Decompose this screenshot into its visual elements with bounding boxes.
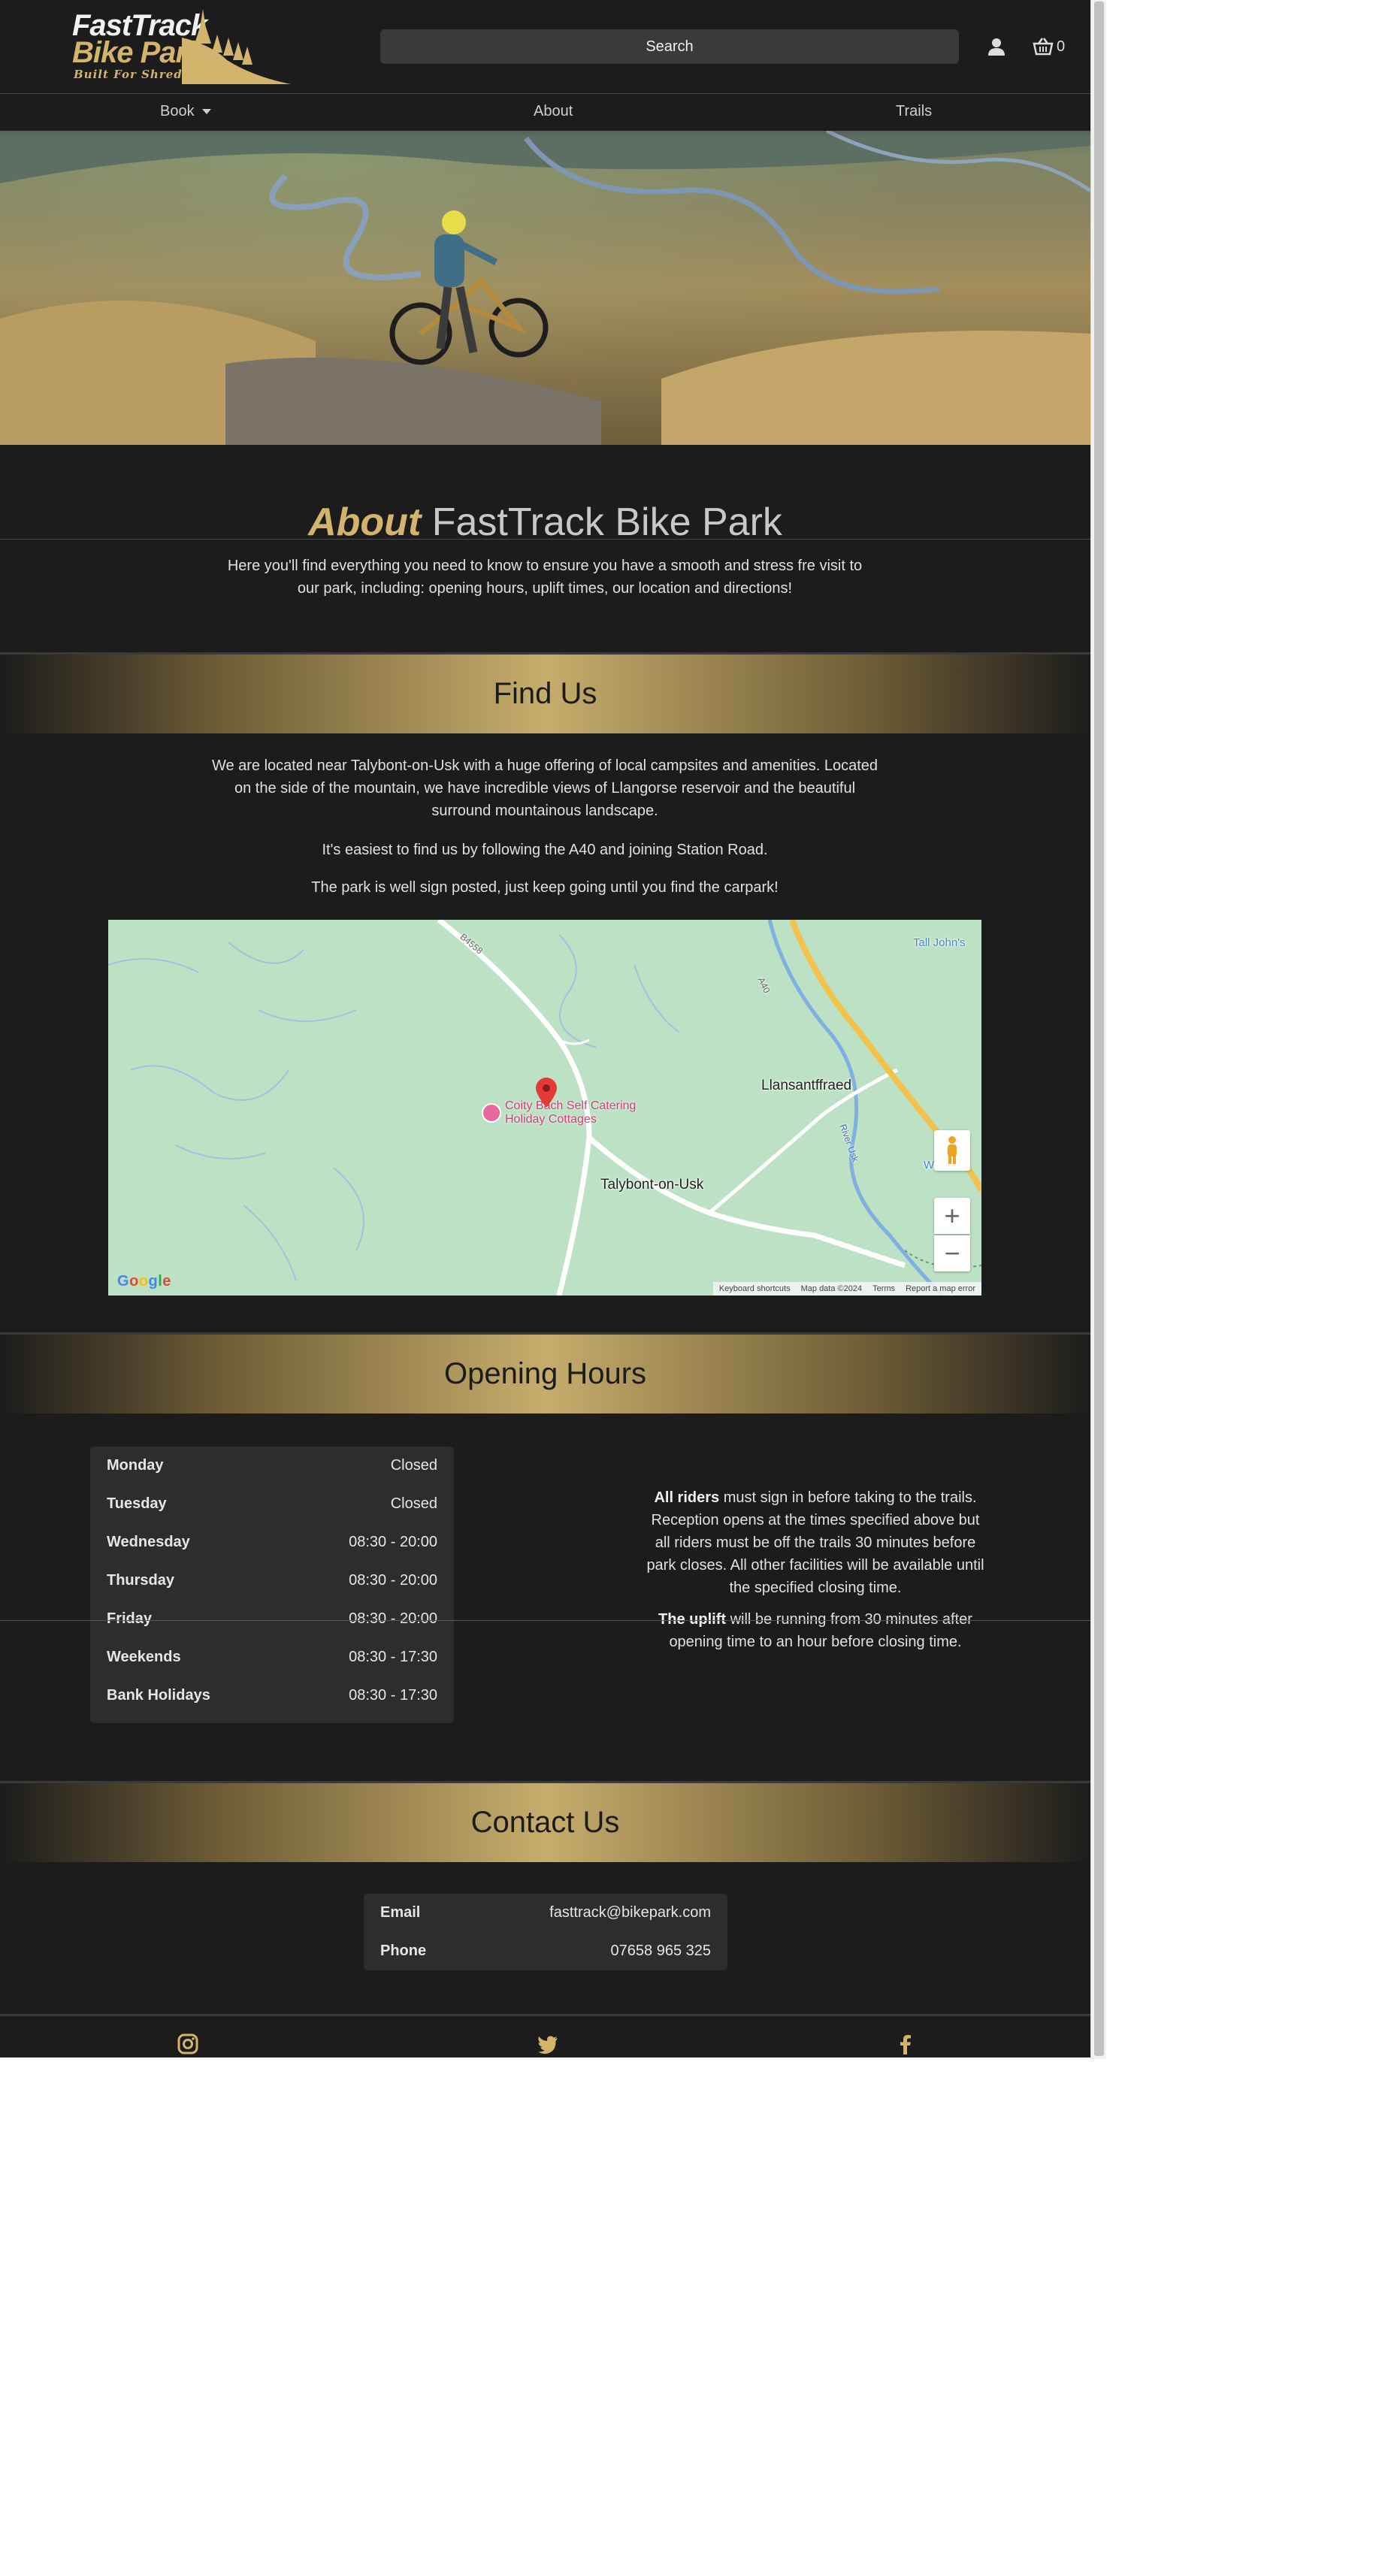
location-map[interactable]: Llansantffraed Talybont-on-Usk Tall John… [108, 920, 981, 1296]
facebook-icon[interactable] [894, 2033, 917, 2055]
site-footer [0, 2014, 1090, 2057]
contact-key: Email [380, 1904, 421, 1921]
poi-icon[interactable] [482, 1103, 501, 1123]
day-label: Wednesday [107, 1534, 190, 1550]
site-logo[interactable]: FastTrack Bike Park Built For Shredding [69, 8, 295, 87]
find-us-banner: Find Us [0, 652, 1090, 733]
map-footer: Keyboard shortcuts Map data ©2024 Terms … [712, 1282, 981, 1296]
hours-value: Closed [390, 1457, 437, 1474]
day-label: Tuesday [107, 1495, 167, 1512]
contact-key: Phone [380, 1943, 427, 1959]
find-us-paragraph-1: We are located near Talybont-on-Usk with… [211, 757, 878, 819]
opening-info: All riders must sign in before taking to… [646, 1486, 984, 1662]
nav-about[interactable]: About [534, 103, 573, 120]
report-map-error-link[interactable]: Report a map error [906, 1284, 975, 1293]
table-row: Tuesday Closed [90, 1485, 454, 1523]
map-label-llansantffraed: Llansantffraed [761, 1078, 852, 1093]
info-paragraph-2: The uplift will be running from 30 minut… [646, 1608, 984, 1653]
mountain-trees-icon [182, 9, 291, 84]
nav-book-label: Book [160, 103, 195, 119]
title-emphasis: About [308, 500, 422, 544]
divider [0, 539, 1090, 540]
title-rest: FastTrack Bike Park [431, 500, 782, 544]
google-logo: Google [117, 1273, 171, 1290]
user-icon[interactable] [985, 35, 1008, 58]
page-title: About FastTrack Bike Park [0, 500, 1090, 545]
nav-trails[interactable]: Trails [896, 103, 932, 120]
day-label: Friday [107, 1610, 153, 1627]
divider [0, 1620, 1090, 1621]
about-description: Here you'll find everything you need to … [227, 558, 863, 597]
hours-value: 08:30 - 20:00 [349, 1610, 437, 1627]
caret-down-icon [201, 109, 211, 114]
site-header: FastTrack Bike Park Built For Shredding … [0, 0, 1090, 93]
day-label: Monday [107, 1457, 164, 1474]
poi-line1: Coity Bach Self Catering [505, 1099, 637, 1112]
basket-icon [1033, 38, 1054, 56]
phone-value[interactable]: 07658 965 325 [611, 1943, 711, 1960]
hours-value: 08:30 - 20:00 [349, 1534, 437, 1550]
email-value[interactable]: fasttrack@bikepark.com [549, 1904, 711, 1921]
hours-value: 08:30 - 17:30 [349, 1687, 437, 1704]
map-pin-icon[interactable] [536, 1078, 557, 1111]
street-view-pegman-icon[interactable] [934, 1130, 970, 1171]
map-label-corner: Tall John's [913, 936, 966, 949]
page: FastTrack Bike Park Built For Shredding … [0, 0, 1090, 2057]
hero-landscape [0, 93, 1090, 445]
info-paragraph-1: All riders must sign in before taking to… [646, 1486, 984, 1599]
hours-value: Closed [390, 1495, 437, 1512]
opening-hours-banner: Opening Hours [0, 1332, 1090, 1413]
main-nav: Book About Trails [0, 93, 1090, 131]
day-label: Weekends [107, 1649, 181, 1665]
instagram-icon[interactable] [177, 2033, 199, 2055]
poi-line2: Holiday Cottages [505, 1113, 597, 1126]
twitter-icon[interactable] [537, 2033, 559, 2055]
find-us-paragraph-3: The park is well sign posted, just keep … [311, 879, 779, 896]
contact-table: Email fasttrack@bikepark.com Phone 07658 9… [364, 1894, 727, 1970]
map-data-credit: Map data ©2024 [800, 1284, 863, 1293]
keyboard-shortcuts-link[interactable]: Keyboard shortcuts [719, 1284, 791, 1293]
hours-value: 08:30 - 17:30 [349, 1649, 437, 1665]
opening-hours-heading: Opening Hours [443, 1357, 647, 1390]
zoom-in-button[interactable]: + [934, 1198, 970, 1234]
table-row: Thursday 08:30 - 20:00 [90, 1562, 454, 1600]
table-row: Monday Closed [90, 1447, 454, 1485]
table-row: Bank Holidays 08:30 - 17:30 [90, 1677, 454, 1715]
find-us-paragraph-2: It's easiest to find us by following the… [322, 842, 768, 858]
opening-hours-table: Monday Closed Tuesday Closed Wednesday 08:3… [90, 1447, 454, 1723]
find-us-heading: Find Us [493, 677, 597, 710]
table-row: Email fasttrack@bikepark.com [364, 1894, 727, 1932]
cart-button[interactable]: 0 [1033, 34, 1070, 59]
cart-count: 0 [1057, 38, 1066, 55]
hero-image [0, 93, 1090, 445]
search-input[interactable]: Search [380, 29, 959, 64]
terms-link[interactable]: Terms [872, 1284, 895, 1293]
contact-heading: Contact Us [470, 1806, 620, 1839]
info-strong-1: All riders [654, 1489, 720, 1506]
zoom-out-button[interactable]: − [934, 1235, 970, 1271]
scrollbar[interactable] [1090, 0, 1106, 2059]
nav-book-dropdown[interactable]: Book [160, 103, 211, 120]
table-row: Weekends 08:30 - 17:30 [90, 1638, 454, 1677]
table-row: Friday 08:30 - 20:00 [90, 1600, 454, 1638]
day-label: Thursday [107, 1572, 175, 1589]
map-label-talybont: Talybont-on-Usk [600, 1177, 704, 1193]
nav-trails-label: Trails [896, 103, 933, 119]
info-strong-2: The uplift [658, 1611, 727, 1628]
nav-about-label: About [534, 103, 573, 119]
table-row: Wednesday 08:30 - 20:00 [90, 1523, 454, 1562]
table-row: Phone 07658 965 325 [364, 1932, 727, 1970]
map-poi-label[interactable]: Coity Bach Self Catering Holiday Cottage… [505, 1099, 636, 1126]
scrollbar-thumb[interactable] [1094, 2, 1104, 2056]
day-label: Bank Holidays [107, 1687, 210, 1704]
contact-banner: Contact Us [0, 1781, 1090, 1862]
hours-value: 08:30 - 20:00 [349, 1572, 437, 1589]
